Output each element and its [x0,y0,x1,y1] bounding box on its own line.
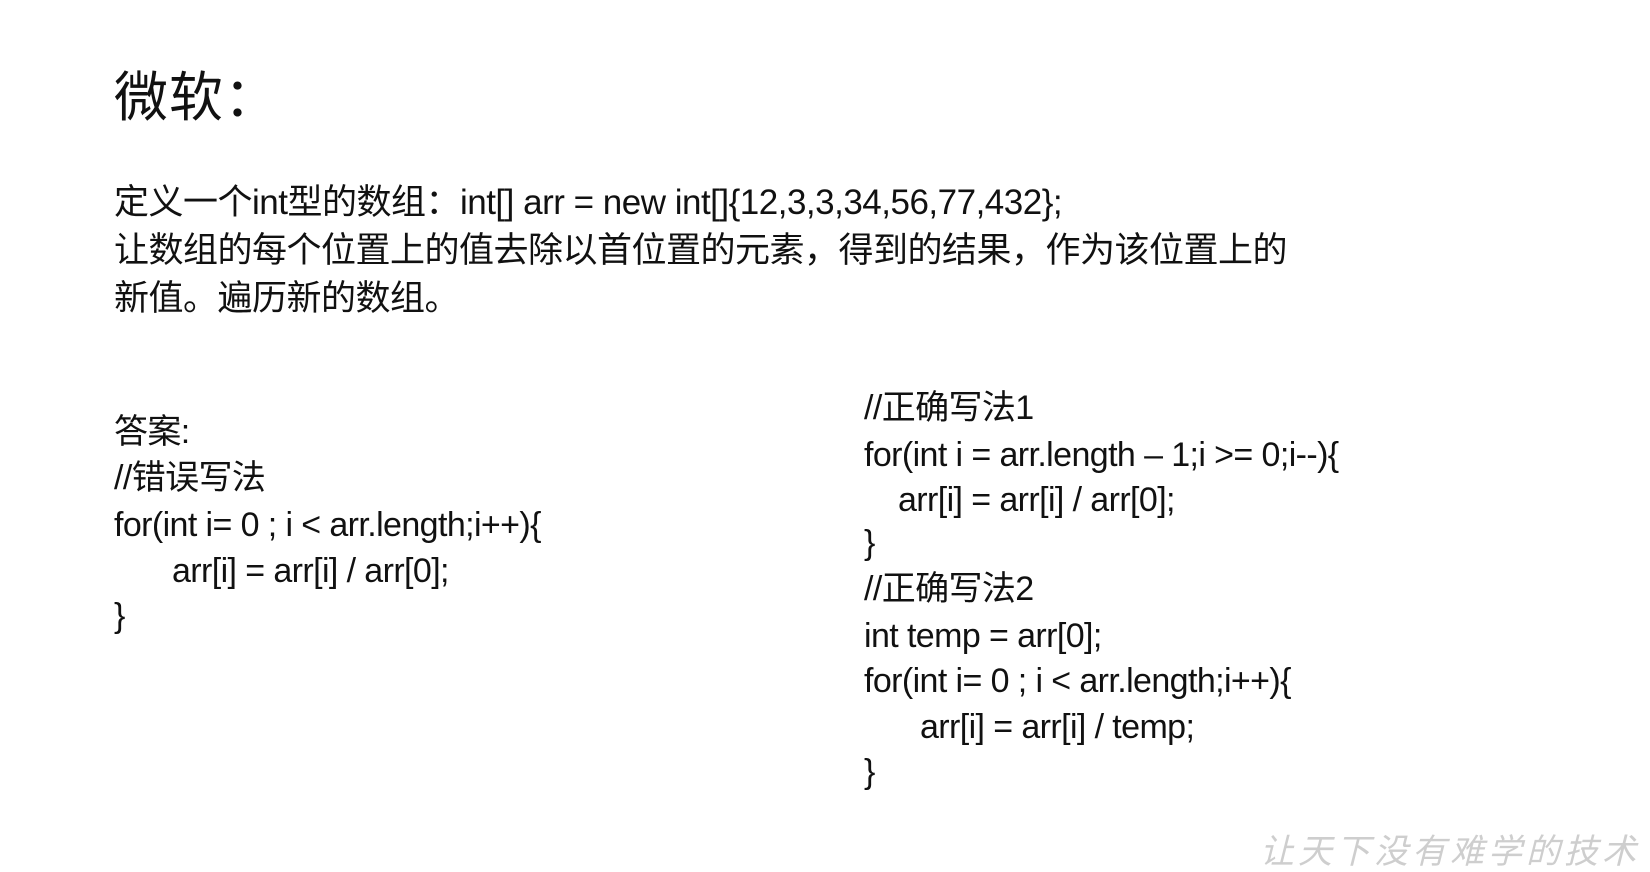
problem-line-3: 新值。遍历新的数组。 [114,279,460,318]
wrong-code-line-2: arr[i] = arr[i] / arr[0]; [172,552,449,590]
answer-label: 答案: [114,413,190,451]
wrong-solution-comment: //错误写法 [114,459,266,497]
correct-1-code-line-1: for(int i = arr.length – 1;i >= 0;i--){ [864,436,1339,474]
correct-1-code-line-3: } [864,524,875,562]
correct-solution-2-comment: //正确写法2 [864,570,1034,608]
correct-1-code-line-2: arr[i] = arr[i] / arr[0]; [898,481,1175,519]
watermark: 让天下没有难学的技术 [1260,832,1640,872]
problem-line-2: 让数组的每个位置上的值去除以首位置的元素，得到的结果，作为该位置上的 [114,231,1288,270]
problem-line-1: 定义一个int型的数组：int[] arr = new int[]{12,3,3… [114,183,1063,222]
correct-2-code-line-1: int temp = arr[0]; [864,617,1102,655]
correct-2-code-line-3: arr[i] = arr[i] / temp; [920,708,1195,746]
wrong-code-line-1: for(int i= 0 ; i < arr.length;i++){ [114,506,542,544]
correct-2-code-line-2: for(int i= 0 ; i < arr.length;i++){ [864,662,1292,700]
correct-solution-1-comment: //正确写法1 [864,389,1034,427]
correct-2-code-line-4: } [864,753,875,791]
slide-title: 微软： [114,68,279,128]
wrong-code-line-3: } [114,597,125,635]
